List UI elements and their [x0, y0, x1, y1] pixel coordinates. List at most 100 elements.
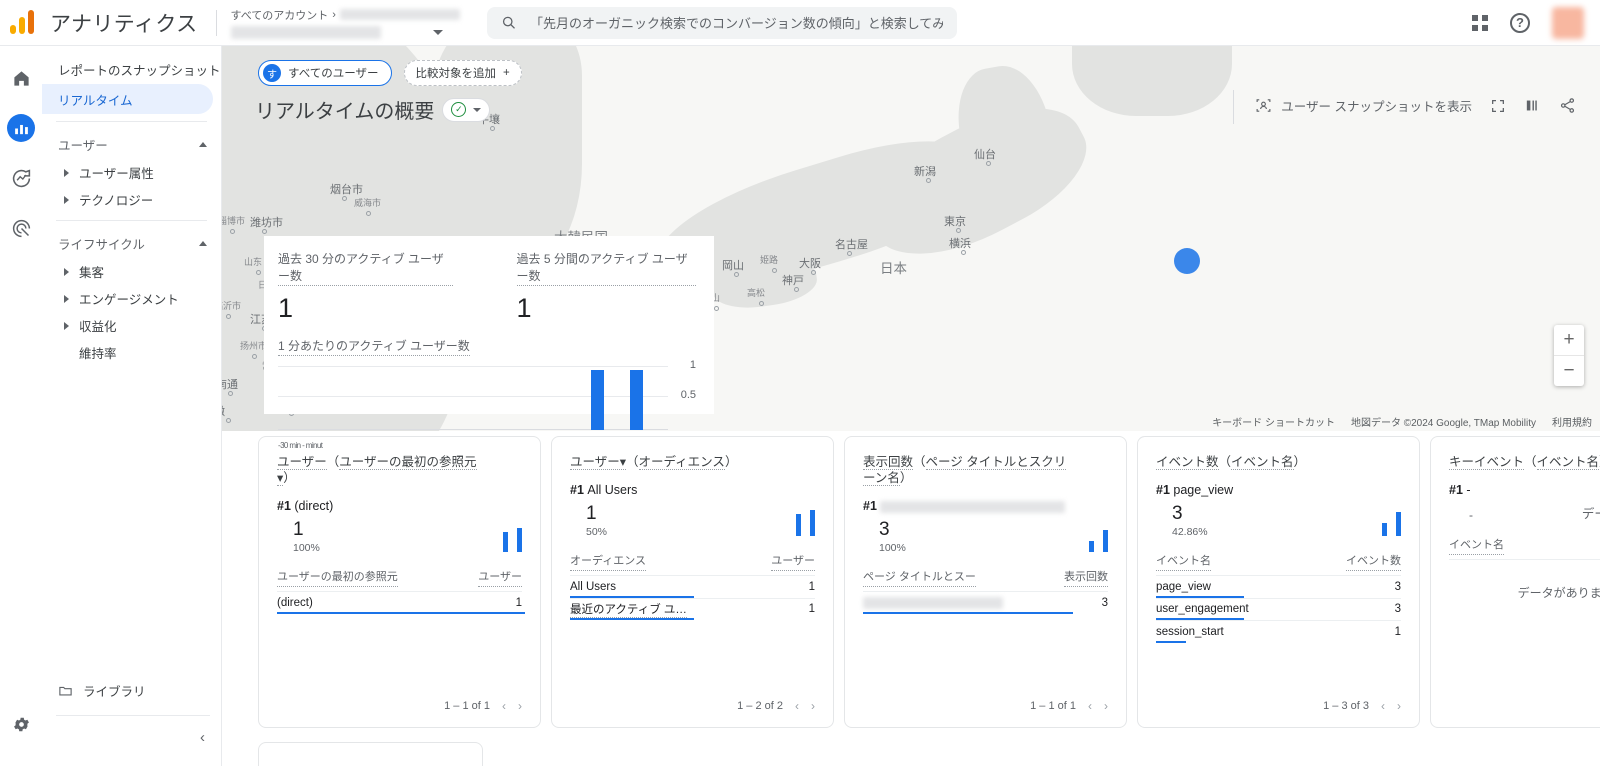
chevron-right-icon: [64, 321, 69, 330]
terms-link[interactable]: 利用規約: [1552, 414, 1592, 429]
map-zoom-out-button[interactable]: −: [1554, 356, 1584, 386]
card-title-metric[interactable]: ユーザー▾: [570, 455, 627, 470]
account-selector[interactable]: すべてのアカウント ›: [230, 7, 461, 39]
share-button[interactable]: [1559, 97, 1576, 114]
column-header-dimension[interactable]: オーディエンス: [570, 552, 647, 571]
pagination-next-button[interactable]: ›: [1104, 699, 1108, 713]
segment-chip-all-users[interactable]: す すべてのユーザー: [258, 60, 392, 86]
table-row[interactable]: page_view 3: [1156, 575, 1401, 598]
column-header-dimension[interactable]: ページ タイトルとスー: [863, 568, 976, 587]
column-header-dimension[interactable]: ユーザーの最初の参照元: [277, 568, 398, 587]
sidebar-item-user-attributes[interactable]: ユーザー属性: [42, 159, 213, 186]
chevron-up-icon[interactable]: [199, 240, 207, 246]
card-top-item: #1 page_view: [1156, 483, 1234, 497]
card-title-dimension[interactable]: オーディエンス: [638, 455, 725, 470]
chevron-right-icon: [64, 168, 69, 177]
compare-button[interactable]: [1524, 97, 1541, 114]
rail-admin-button[interactable]: [7, 710, 35, 738]
property-row[interactable]: [230, 25, 461, 39]
column-header-metric[interactable]: 表示回数: [1064, 568, 1108, 587]
rail-home-button[interactable]: [7, 64, 35, 92]
column-header-dimension[interactable]: イベント名: [1449, 536, 1504, 555]
reports-bar-icon: [14, 124, 28, 134]
sidebar-item-acquisition-label: 集客: [79, 266, 105, 280]
card-title-metric[interactable]: イベント数: [1156, 455, 1219, 470]
map-city-dot: [490, 126, 495, 131]
card-title-metric[interactable]: ユーザー: [277, 455, 327, 470]
sidebar-collapse-button[interactable]: ‹: [200, 729, 205, 746]
sidebar-group-user[interactable]: ユーザー: [42, 129, 221, 159]
active-users-5min-value: 1: [516, 293, 532, 323]
card-metric-row: 3 100%: [863, 519, 1108, 554]
keyboard-shortcuts-link[interactable]: キーボード ショートカット: [1212, 414, 1335, 429]
table-row[interactable]: session_start 1: [1156, 620, 1401, 643]
search-input[interactable]: 「先月のオーガニック検索でのコンバージョン数の傾向」と検索してみてく…: [486, 6, 957, 39]
data-status-badge[interactable]: ✓: [442, 97, 491, 122]
pagination-prev-button[interactable]: ‹: [795, 699, 799, 713]
map-zoom-in-button[interactable]: +: [1554, 325, 1584, 355]
user-snapshot-button[interactable]: ユーザー スナップショットを表示: [1255, 96, 1472, 115]
sidebar-item-retention[interactable]: 維持率: [42, 339, 213, 366]
map-city-label: 大阪: [799, 258, 821, 270]
pagination-prev-button[interactable]: ‹: [1088, 699, 1092, 713]
pagination-range: 1 – 3 of 3: [1323, 700, 1369, 712]
row-dimension[interactable]: page_view: [1156, 581, 1211, 593]
row-bar: [277, 611, 525, 614]
table-row[interactable]: 最近のアクティブ ユ… 1: [570, 597, 815, 620]
map-zoom-controls[interactable]: + −: [1554, 325, 1584, 386]
help-icon[interactable]: ?: [1510, 12, 1530, 33]
sidebar-item-library[interactable]: ライブラリ: [42, 675, 222, 705]
row-dimension[interactable]: session_start: [1156, 626, 1224, 638]
pagination-next-button[interactable]: ›: [811, 699, 815, 713]
column-header-metric[interactable]: イベント数: [1346, 552, 1401, 571]
rail-reports-button[interactable]: [7, 114, 35, 142]
table-row[interactable]: All Users 1: [570, 575, 815, 598]
pagination-prev-button[interactable]: ‹: [502, 699, 506, 713]
table-row[interactable]: user_engagement 3: [1156, 597, 1401, 620]
sidebar-item-retention-label: 維持率: [79, 347, 117, 361]
card-title-dimension[interactable]: イベント名: [1536, 455, 1600, 470]
rail-explore-button[interactable]: [7, 164, 35, 192]
table-row[interactable]: (direct) 1: [277, 591, 525, 614]
sidebar-item-snapshot[interactable]: レポートのスナップショット: [42, 54, 221, 84]
apps-grid-icon[interactable]: [1472, 14, 1488, 31]
column-header-metric[interactable]: ユーザー: [478, 568, 522, 587]
sidebar-group-lifecycle[interactable]: ライフサイクル: [42, 228, 221, 258]
sidebar-item-realtime[interactable]: リアルタイム: [42, 84, 213, 114]
sidebar-item-acquisition[interactable]: 集客: [42, 258, 213, 285]
avatar[interactable]: [1552, 6, 1584, 39]
row-dimension[interactable]: 最近のアクティブ ユ…: [570, 601, 687, 618]
sidebar-group-lifecycle-label: ライフサイクル: [58, 237, 145, 252]
row-value: 3: [1101, 596, 1108, 609]
add-comparison-button[interactable]: 比較対象を追加 +: [403, 60, 522, 86]
chevron-down-icon[interactable]: [432, 29, 443, 35]
row-dimension[interactable]: (direct): [277, 597, 313, 609]
card-title-dimension[interactable]: イベント名: [1231, 455, 1294, 470]
rail-advertising-button[interactable]: [7, 214, 35, 242]
chart-bar[interactable]: [591, 370, 604, 430]
pagination-next-button[interactable]: ›: [518, 699, 522, 713]
map-city-dot: [961, 250, 966, 255]
row-value: 1: [515, 596, 522, 609]
sidebar-item-monetization[interactable]: 収益化: [42, 312, 213, 339]
breadcrumb-all-accounts[interactable]: すべてのアカウント: [231, 7, 329, 23]
map-city-label: 高松: [747, 288, 766, 298]
fullscreen-button[interactable]: [1490, 98, 1506, 114]
map-active-user-marker[interactable]: [1174, 248, 1200, 274]
card-metric-value: 3: [1172, 503, 1183, 524]
column-header-dimension[interactable]: イベント名: [1156, 552, 1211, 571]
table-row[interactable]: 3: [863, 591, 1108, 614]
row-dimension[interactable]: All Users: [570, 581, 616, 593]
card-title-metric[interactable]: キーイベント: [1449, 455, 1525, 470]
chart-bar[interactable]: [630, 370, 643, 430]
column-header-metric[interactable]: ユーザー: [771, 552, 815, 571]
chevron-up-icon[interactable]: [199, 141, 207, 147]
pagination-prev-button[interactable]: ‹: [1381, 699, 1385, 713]
sidebar-item-technology[interactable]: テクノロジー: [42, 186, 213, 213]
realtime-card: ユーザー▾（オーディエンス） #1 All Users 1 50% オーディエンス ユーザ…: [551, 436, 834, 728]
sidebar-item-engagement[interactable]: エンゲージメント: [42, 285, 213, 312]
row-dimension[interactable]: user_engagement: [1156, 603, 1249, 615]
card-title-metric[interactable]: 表示回数: [863, 455, 914, 470]
card-top-item: #1: [863, 499, 1108, 513]
pagination-next-button[interactable]: ›: [1397, 699, 1401, 713]
